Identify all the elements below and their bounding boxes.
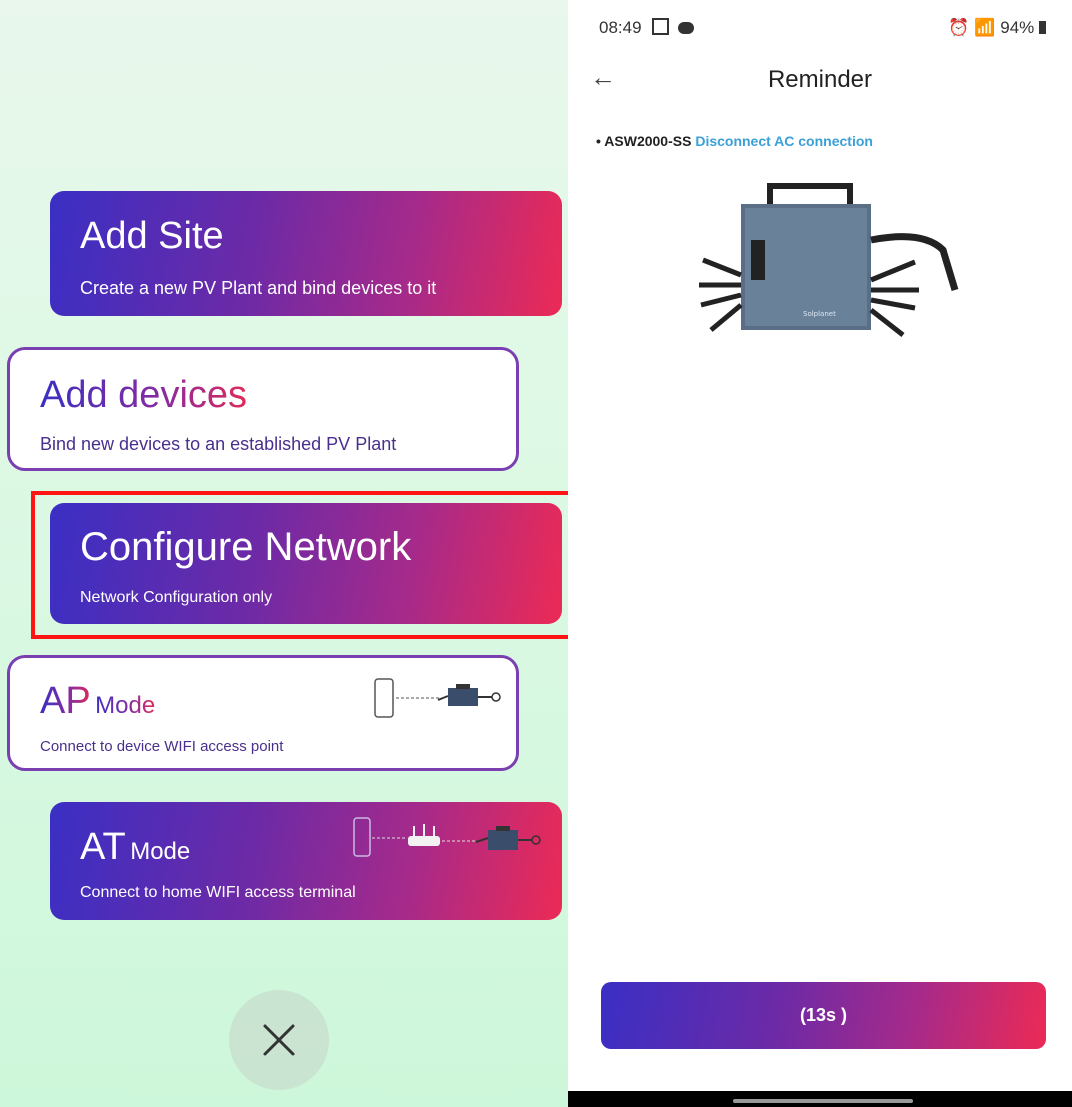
- at-mode-label: Mode: [130, 838, 191, 865]
- battery-level: 94%: [1000, 18, 1035, 37]
- add-devices-subtitle: Bind new devices to an established PV Pl…: [40, 434, 397, 454]
- inverter-image: Solplanet: [699, 183, 959, 337]
- wifi-icon: 📶: [974, 18, 996, 37]
- wechat-icon: [678, 22, 695, 34]
- alarm-icon: ⏰: [948, 18, 970, 37]
- at-mode-subtitle: Connect to home WIFI access terminal: [80, 884, 356, 901]
- ap-mode-subtitle: Connect to device WIFI access point: [40, 738, 284, 755]
- reminder-message: Disconnect AC connection: [695, 133, 873, 149]
- ap-label: AP: [40, 680, 91, 722]
- system-nav-bar: [568, 1091, 1072, 1107]
- menu-panel: Add Site Create a new PV Plant and bind …: [0, 0, 568, 1107]
- reminder-item: • ASW2000-SS Disconnect AC connection: [596, 133, 873, 149]
- at-mode-title: AT Mode: [80, 826, 190, 869]
- ap-mode-title: AP Mode: [40, 680, 155, 723]
- inverter-brand: Solplanet: [803, 310, 836, 318]
- add-site-subtitle: Create a new PV Plant and bind devices t…: [80, 278, 437, 298]
- close-button[interactable]: [229, 990, 329, 1090]
- selection-highlight: [31, 491, 568, 639]
- at-label: AT: [80, 826, 126, 868]
- close-icon: [263, 1024, 295, 1056]
- at-mode-button[interactable]: AT Mode Connect to home WIFI access term…: [50, 802, 562, 920]
- status-bar-left: 08:49: [599, 18, 695, 38]
- add-devices-title: Add devices: [40, 374, 248, 416]
- countdown-button[interactable]: (13s ): [601, 982, 1046, 1049]
- reminder-screen: 08:49 ⏰ 📶 94% ← Reminder • ASW2000-SS Di…: [568, 0, 1072, 1107]
- add-devices-button[interactable]: Add devices Bind new devices to an estab…: [7, 347, 519, 471]
- at-mode-illustration: [353, 817, 541, 857]
- ap-mode-button[interactable]: AP Mode Connect to device WIFI access po…: [7, 655, 519, 771]
- add-site-title: Add Site: [80, 215, 224, 257]
- countdown-label: (13s ): [799, 1005, 848, 1025]
- add-site-button[interactable]: Add Site Create a new PV Plant and bind …: [50, 191, 562, 316]
- ap-mode-illustration: [374, 678, 501, 718]
- status-bar-right: ⏰ 📶 94%: [948, 18, 1046, 38]
- gallery-icon: [652, 18, 670, 35]
- home-indicator[interactable]: [733, 1099, 913, 1103]
- page-title: Reminder: [767, 66, 873, 93]
- status-time: 08:49: [599, 18, 642, 37]
- ap-mode-label: Mode: [95, 692, 156, 719]
- device-model: ASW2000-SS: [604, 133, 692, 149]
- battery-icon: [1039, 21, 1046, 34]
